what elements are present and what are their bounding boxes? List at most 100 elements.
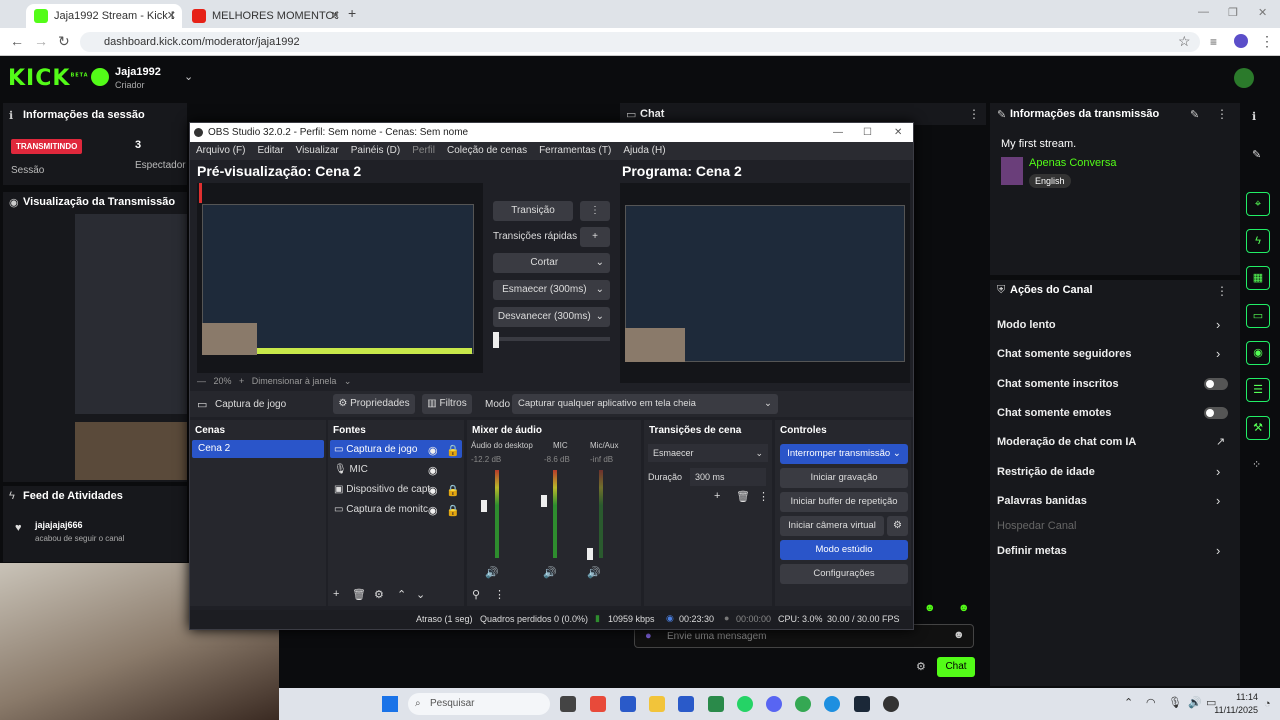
whatsapp-icon[interactable] — [737, 696, 753, 712]
lock-icon[interactable]: 🔒 — [446, 444, 460, 457]
source-item[interactable]: ▭ Captura de monitc — [334, 504, 428, 515]
url-field[interactable]: dashboard.kick.com/moderator/jaja1992 — [80, 32, 1200, 52]
more-icon[interactable]: ⋮ — [1216, 284, 1228, 298]
chevron-down-icon[interactable]: ⌄ — [184, 70, 193, 83]
eye-icon[interactable]: ◉ — [428, 504, 438, 517]
duration-input[interactable]: 300 ms — [690, 468, 766, 486]
edge-icon[interactable] — [824, 696, 840, 712]
link-icon[interactable]: ⚲ — [472, 588, 480, 601]
preview-canvas[interactable] — [197, 183, 483, 373]
zoom-mode[interactable]: Dimensionar à janela — [252, 376, 337, 386]
discord-icon[interactable] — [766, 696, 782, 712]
gear-icon[interactable]: ⚙ — [916, 660, 926, 673]
taskbar-search[interactable]: ⌕ Pesquisar — [408, 693, 550, 715]
menu-tools[interactable]: Ferramentas (T) — [539, 145, 611, 156]
transition-slider[interactable] — [493, 337, 610, 341]
close-icon[interactable]: ✕ — [894, 123, 902, 142]
source-item[interactable]: ▭ Captura de jogo — [334, 444, 417, 455]
speaker-icon[interactable]: 🔊 — [587, 566, 601, 579]
lock-icon[interactable]: 🔒 — [446, 504, 460, 517]
chrome-icon[interactable] — [795, 696, 811, 712]
minimize-icon[interactable]: — — [833, 123, 843, 142]
bookmark-star-icon[interactable]: ☆ — [1178, 33, 1191, 50]
menu-docks[interactable]: Painéis (D) — [351, 145, 400, 156]
tab-kick-dashboard[interactable]: Jaja1992 Stream - Kick Dashbo ✕ — [26, 4, 182, 28]
eye-icon[interactable]: ◉ — [428, 444, 438, 457]
source-item[interactable]: ▣ Dispositivo de capt — [334, 484, 430, 495]
external-link-icon[interactable]: ↗ — [1216, 435, 1225, 448]
folder-icon[interactable] — [649, 696, 665, 712]
broadcast-icon[interactable]: ◉ — [1246, 341, 1270, 365]
pencil-icon[interactable]: ✎ — [1252, 148, 1261, 161]
studio-mode-button[interactable]: Modo estúdio — [780, 540, 908, 560]
chevron-right-icon[interactable]: › — [1216, 493, 1220, 508]
chevron-right-icon[interactable]: › — [1216, 464, 1220, 479]
browser-menu-icon[interactable]: ⋮ — [1260, 33, 1274, 50]
forward-icon[interactable]: → — [34, 33, 48, 49]
chat-send-button[interactable]: Chat — [937, 657, 975, 677]
minimize-icon[interactable]: — — [1198, 6, 1209, 18]
close-icon[interactable]: ✕ — [167, 9, 176, 22]
menu-file[interactable]: Arquivo (F) — [196, 145, 245, 156]
kick-logo[interactable]: KICKBETA — [8, 66, 89, 91]
calendar-icon[interactable]: ▦ — [1246, 266, 1270, 290]
menu-profile[interactable]: Perfil — [412, 145, 435, 156]
settings-button[interactable]: Configurações — [780, 564, 908, 584]
mic-volume-slider[interactable] — [541, 495, 547, 507]
steam-icon[interactable] — [854, 696, 870, 712]
user-avatar[interactable] — [91, 68, 109, 86]
more-icon[interactable]: ⋮ — [494, 588, 505, 601]
profile-avatar-icon[interactable] — [1234, 34, 1248, 48]
chat-icon[interactable]: ▭ — [1246, 304, 1270, 328]
menu-help[interactable]: Ajuda (H) — [623, 145, 665, 156]
edit-icon[interactable]: ✎ — [1190, 108, 1199, 121]
list-icon[interactable]: ☰ — [1246, 378, 1270, 402]
action-followers-only[interactable]: Chat somente seguidores — [997, 348, 1131, 360]
calculator-icon[interactable] — [678, 696, 694, 712]
header-avatar[interactable] — [1234, 68, 1254, 88]
transition-menu-icon[interactable]: ⋮ — [580, 201, 610, 221]
reading-list-icon[interactable]: ≡ — [1210, 35, 1217, 49]
info-icon[interactable]: ℹ — [1252, 110, 1256, 123]
transition-slider-handle[interactable] — [493, 332, 499, 348]
gear-icon[interactable]: ⚙ — [887, 516, 908, 536]
selection-handle[interactable] — [199, 183, 202, 203]
menu-view[interactable]: Visualizar — [296, 145, 339, 156]
eye-icon[interactable]: ◉ — [428, 484, 438, 497]
new-tab-icon[interactable]: + — [348, 5, 356, 21]
close-icon[interactable]: ✕ — [331, 9, 340, 22]
mode-select[interactable]: Capturar qualquer aplicativo em tela che… — [512, 394, 778, 414]
category-link[interactable]: Apenas Conversa — [1029, 157, 1116, 169]
action-set-goals[interactable]: Definir metas — [997, 545, 1067, 557]
task-view-icon[interactable] — [560, 696, 576, 712]
stop-streaming-button[interactable]: Interromper transmissão ⌄ — [780, 444, 908, 464]
start-virtual-camera-button[interactable]: Iniciar câmera virtual — [780, 516, 884, 536]
speaker-icon[interactable]: 🔊 — [485, 566, 499, 579]
gear-icon[interactable]: ⚙ — [374, 588, 384, 601]
action-age-restriction[interactable]: Restrição de idade — [997, 466, 1095, 478]
more-icon[interactable]: ⋮ — [758, 490, 769, 503]
transition-button[interactable]: Transição — [493, 201, 573, 221]
source-item[interactable]: 🎙 MIC — [334, 464, 368, 475]
action-banned-words[interactable]: Palavras banidas — [997, 495, 1087, 507]
crosshair-icon[interactable]: ⌖ — [1246, 192, 1270, 216]
aux-volume-slider[interactable] — [587, 548, 593, 560]
more-icon[interactable]: ⋮ — [968, 107, 980, 121]
obs-taskbar-icon[interactable] — [883, 696, 899, 712]
store-icon[interactable] — [620, 696, 636, 712]
wrench-icon[interactable]: ⚒ — [1246, 416, 1270, 440]
more-icon[interactable]: ⋮ — [1216, 107, 1228, 121]
scene-item[interactable]: Cena 2 — [192, 440, 324, 458]
arrow-up-icon[interactable]: ⌃ — [397, 588, 406, 601]
start-icon[interactable] — [382, 696, 398, 712]
chevron-right-icon[interactable]: › — [1216, 346, 1220, 361]
start-recording-button[interactable]: Iniciar gravação — [780, 468, 908, 488]
speaker-icon[interactable]: 🔊 — [1188, 696, 1202, 709]
action-slow-mode[interactable]: Modo lento — [997, 319, 1056, 331]
maximize-icon[interactable]: ☐ — [863, 123, 872, 142]
copilot-icon[interactable] — [590, 696, 606, 712]
transition-select[interactable]: Esmaecer ⌄ — [648, 444, 768, 462]
add-icon[interactable]: + — [714, 490, 720, 502]
arrow-down-icon[interactable]: ⌄ — [416, 588, 425, 601]
properties-button[interactable]: ⚙ Propriedades — [333, 394, 415, 414]
